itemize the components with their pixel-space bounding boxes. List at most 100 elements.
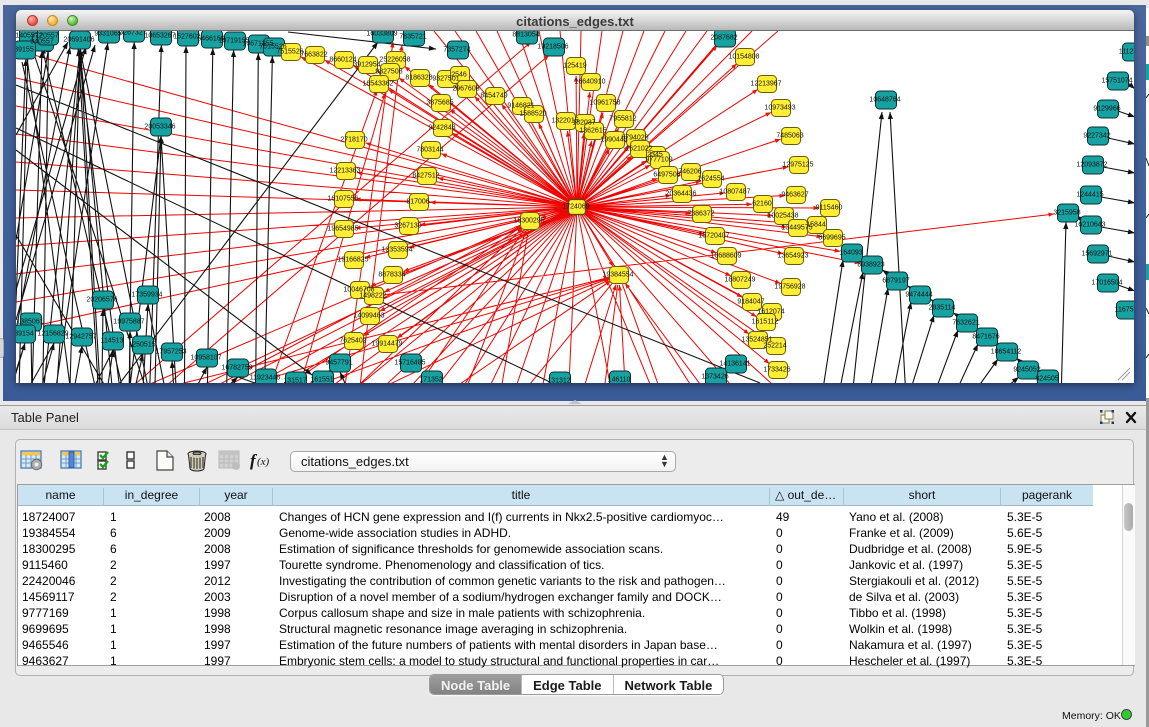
svg-text:7803144: 7803144 (416, 147, 443, 154)
svg-text:9777109: 9777109 (645, 157, 672, 164)
svg-text:20053346: 20053346 (144, 124, 175, 131)
svg-text:14136141: 14136141 (719, 361, 750, 368)
svg-text:1612074: 1612074 (757, 309, 784, 316)
svg-text:12353594: 12353594 (381, 247, 412, 254)
svg-text:18807249: 18807249 (724, 277, 755, 284)
svg-text:8454749: 8454749 (480, 93, 507, 100)
svg-text:6794028: 6794028 (621, 135, 648, 142)
svg-text:9463627: 9463627 (781, 192, 808, 199)
svg-text:1362615: 1362615 (579, 128, 606, 135)
svg-text:19218506: 19218506 (537, 44, 568, 51)
svg-text:15751074: 15751074 (1101, 78, 1132, 85)
svg-text:8938923: 8938923 (857, 262, 884, 269)
svg-text:2967608: 2967608 (452, 86, 479, 93)
svg-text:25226058: 25226058 (379, 57, 410, 64)
svg-text:9115460: 9115460 (816, 205, 843, 212)
svg-text:19756928: 19756928 (774, 284, 805, 291)
svg-text:1373426: 1373426 (701, 374, 728, 381)
svg-text:17957253: 17957253 (155, 349, 186, 356)
svg-text:10807487: 10807487 (719, 189, 750, 196)
svg-text:116753: 116753 (1115, 307, 1134, 314)
svg-text:7625402: 7625402 (339, 338, 366, 345)
svg-text:7663822: 7663822 (300, 52, 327, 59)
svg-text:9331065: 9331065 (94, 31, 121, 38)
svg-text:8878334: 8878334 (378, 272, 405, 279)
svg-text:15720407: 15720407 (698, 233, 729, 240)
svg-text:3267327: 3267327 (119, 31, 146, 37)
svg-text:824505: 824505 (1035, 376, 1058, 383)
svg-text:6497508: 6497508 (653, 172, 680, 179)
svg-text:10973493: 10973493 (764, 105, 795, 112)
svg-text:9129966: 9129966 (1093, 106, 1120, 113)
svg-text:19914479: 19914479 (371, 341, 402, 348)
svg-text:17359934: 17359934 (131, 292, 162, 299)
svg-text:3912954: 3912954 (353, 62, 380, 69)
svg-text:817006: 817006 (406, 199, 429, 206)
svg-text:3875685: 3875685 (426, 100, 453, 107)
svg-text:940557: 940557 (30, 39, 53, 46)
svg-text:6879197: 6879197 (882, 278, 909, 285)
svg-text:20691406: 20691406 (63, 37, 94, 44)
svg-text:182037: 182037 (572, 120, 595, 127)
svg-text:7835721: 7835721 (399, 34, 426, 41)
svg-text:164093: 164093 (839, 250, 862, 257)
svg-text:131312: 131312 (547, 378, 570, 384)
svg-text:12213363: 12213363 (329, 168, 360, 175)
svg-text:12213967: 12213967 (750, 81, 781, 88)
svg-text:7955812: 7955812 (609, 116, 636, 123)
svg-text:16107556: 16107556 (327, 196, 358, 203)
svg-text:9227342: 9227342 (1083, 133, 1110, 140)
svg-text:9327508: 9327508 (375, 69, 402, 76)
svg-text:3215958: 3215958 (1053, 210, 1080, 217)
svg-text:3267130: 3267130 (394, 223, 421, 230)
svg-text:10654112: 10654112 (991, 349, 1022, 356)
svg-text:10688609: 10688609 (710, 253, 741, 260)
svg-text:2087682: 2087682 (710, 35, 737, 42)
svg-text:62160: 62160 (752, 201, 772, 208)
svg-text:13654923: 13654923 (777, 253, 808, 260)
svg-text:114513: 114513 (101, 338, 124, 345)
svg-text:19975887: 19975887 (113, 319, 144, 326)
svg-text:1244415: 1244415 (1076, 192, 1103, 199)
svg-text:746206: 746206 (678, 169, 701, 176)
svg-text:16782759: 16782759 (221, 365, 252, 372)
svg-text:7357274: 7357274 (443, 47, 470, 54)
svg-text:1724069: 1724069 (562, 204, 589, 211)
svg-text:11923448: 11923448 (250, 375, 281, 382)
svg-text:20364436: 20364436 (665, 191, 696, 198)
svg-text:8699695: 8699695 (818, 235, 845, 242)
svg-text:15844: 15844 (806, 222, 826, 229)
svg-text:7386372: 7386372 (687, 211, 714, 218)
svg-text:16543362: 16543362 (362, 81, 393, 88)
svg-text:15716485: 15716485 (394, 360, 425, 367)
svg-text:9457791: 9457791 (325, 360, 352, 367)
svg-text:9242848: 9242848 (428, 125, 455, 132)
svg-text:10154808: 10154808 (728, 54, 759, 61)
svg-text:1498222: 1498222 (359, 293, 386, 300)
svg-text:16210643: 16210643 (1074, 222, 1105, 229)
svg-text:16640910: 16640910 (574, 79, 605, 86)
svg-text:10648764: 10648764 (869, 97, 900, 104)
svg-text:2718170: 2718170 (340, 137, 367, 144)
svg-text:171352: 171352 (419, 377, 442, 384)
svg-text:10958107: 10958107 (190, 355, 221, 362)
svg-text:39154: 39154 (16, 331, 34, 338)
svg-text:10025438: 10025438 (767, 213, 798, 220)
svg-text:1615112: 1615112 (752, 319, 779, 326)
svg-text:12093872: 12093872 (1076, 162, 1107, 169)
svg-text:7632621: 7632621 (952, 320, 979, 327)
svg-text:125419: 125419 (563, 63, 586, 70)
svg-text:19166825: 19166825 (337, 257, 368, 264)
svg-text:12156829: 12156829 (37, 331, 68, 338)
svg-text:19384554: 19384554 (602, 272, 633, 279)
svg-text:12975125: 12975125 (782, 162, 813, 169)
svg-text:16033809: 16033809 (366, 31, 397, 38)
svg-text:1624554: 1624554 (697, 176, 724, 183)
svg-text:8186328: 8186328 (405, 75, 432, 82)
svg-text:10961758: 10961758 (589, 100, 620, 107)
svg-text:146110: 146110 (608, 377, 631, 384)
svg-text:9245052: 9245052 (1013, 367, 1040, 374)
svg-text:15692971: 15692971 (1081, 251, 1112, 258)
svg-text:7485063: 7485063 (776, 133, 803, 140)
svg-text:18300295: 18300295 (513, 218, 544, 225)
